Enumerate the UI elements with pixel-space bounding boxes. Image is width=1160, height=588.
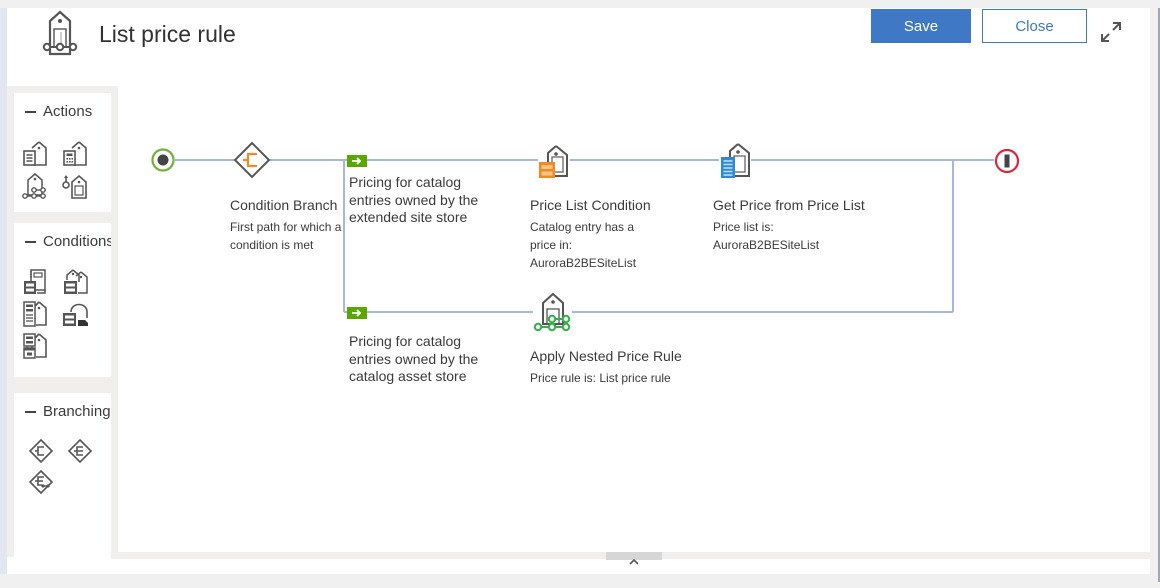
price-adjustment-icon[interactable] [61, 172, 89, 200]
get-price-from-price-list-node-icon[interactable] [718, 142, 754, 180]
condition-branch-node-icon[interactable] [233, 141, 271, 179]
price-list-condition-description: Catalog entry has a price in: AuroraB2BE… [530, 220, 637, 270]
footer-strip [0, 574, 1150, 588]
condition-branch-title[interactable]: Condition Branch [230, 197, 337, 213]
price-list-condition-node-icon[interactable] [536, 144, 572, 180]
price-list-condition-icon[interactable] [21, 268, 49, 296]
catalog-entry-condition-icon[interactable] [61, 268, 89, 296]
price-rule-builder-window: List price rule Save Close Actions Condi… [0, 8, 1150, 582]
price-list-condition-title[interactable]: Price List Condition [530, 197, 651, 213]
catalog-entry-property-condition-icon[interactable] [21, 300, 49, 328]
path-label-extended-site[interactable]: Pricing for catalog entries owned by the… [349, 174, 479, 227]
palette: Actions Conditions Branching [7, 86, 118, 557]
collapse-panel-handle[interactable] [606, 552, 662, 565]
minus-icon [25, 240, 36, 243]
start-node-icon[interactable] [151, 148, 175, 172]
minus-icon [25, 410, 36, 413]
expand-icon[interactable] [1099, 20, 1123, 44]
section-header-actions[interactable]: Actions [25, 103, 92, 120]
minus-icon [25, 110, 36, 113]
chevron-up-icon [629, 558, 639, 565]
palette-section-branching: Branching [14, 393, 115, 557]
section-label: Conditions [43, 233, 114, 250]
save-button[interactable]: Save [871, 9, 971, 43]
apply-nested-price-rule-node-icon[interactable] [533, 291, 573, 335]
get-price-title[interactable]: Get Price from Price List [713, 197, 865, 213]
apply-nested-price-rule-title[interactable]: Apply Nested Price Rule [530, 348, 682, 364]
window-scrollbar[interactable] [1150, 8, 1160, 582]
calculation-code-icon[interactable] [61, 140, 89, 168]
exclusive-branch-icon[interactable] [66, 437, 94, 465]
section-header-conditions[interactable]: Conditions [25, 233, 114, 250]
price-list-action-icon[interactable] [21, 140, 49, 168]
compare-branch-icon[interactable] [27, 468, 55, 496]
condition-branch-description: First path for which a condition is met [230, 220, 342, 252]
date-condition-icon[interactable] [21, 332, 49, 360]
end-node-icon[interactable] [994, 148, 1020, 174]
header: List price rule Save Close [7, 8, 1150, 86]
path-marker-arrow-icon[interactable] [347, 307, 367, 319]
section-label: Actions [43, 103, 93, 120]
section-label: Branching [43, 403, 111, 420]
path-marker-arrow-icon[interactable] [347, 155, 367, 167]
price-rule-icon [42, 10, 78, 56]
condition-branch-icon[interactable] [27, 437, 55, 465]
close-button[interactable]: Close [982, 9, 1087, 43]
get-price-description: Price list is: AuroraB2BESiteList [713, 220, 820, 252]
customer-condition-icon[interactable] [61, 300, 89, 328]
apply-nested-price-rule-description: Price rule is: List price rule [530, 371, 671, 385]
section-header-branching[interactable]: Branching [25, 403, 111, 420]
palette-section-actions: Actions [14, 93, 115, 212]
flow-canvas: Condition Branch First path for which a … [118, 86, 1150, 552]
nested-price-rule-icon[interactable] [21, 172, 49, 200]
page-title: List price rule [99, 21, 236, 47]
path-label-catalog-asset[interactable]: Pricing for catalog entries owned by the… [349, 333, 479, 386]
left-edge-bar [0, 8, 7, 582]
palette-section-conditions: Conditions [14, 223, 115, 377]
